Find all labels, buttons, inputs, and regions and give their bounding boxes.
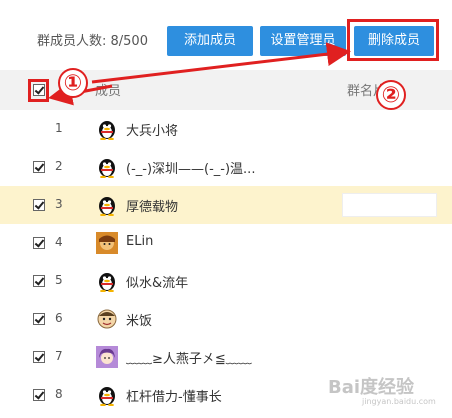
watermark: Bai度经验	[328, 377, 415, 398]
step-2-label: ②	[376, 80, 406, 110]
watermark-url: jingyan.baidu.com	[362, 397, 436, 406]
annotation-arrows	[48, 42, 351, 106]
step-1-label: ①	[58, 68, 88, 98]
arrow-to-delete-button	[91, 42, 351, 84]
group-member-manager: 群成员人数: 8/500 添加成员 设置管理员 删除成员 成员 群名片 1 大兵…	[0, 0, 452, 418]
